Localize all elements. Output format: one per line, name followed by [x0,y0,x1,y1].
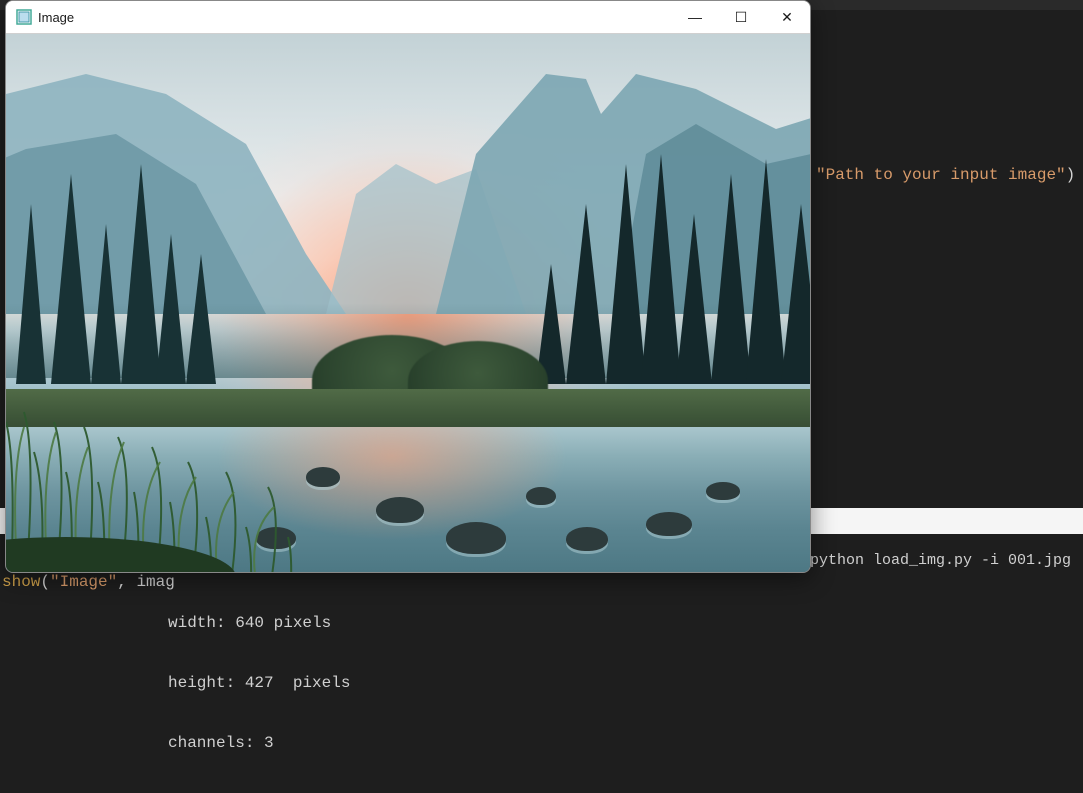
pines-right [526,144,810,384]
maximize-icon: ☐ [735,9,748,26]
call-arg1: "Image" [50,573,117,591]
app-icon [16,9,32,25]
minimize-icon: — [688,9,702,25]
stdout-block: width: 640 pixels height: 427 pixels cha… [168,573,350,793]
pines-left [6,144,236,384]
rock [376,497,424,523]
rock [566,527,608,551]
rock [646,512,692,536]
stdout-line-width: width: 640 pixels [168,613,350,633]
close-button[interactable]: ✕ [764,1,810,33]
close-icon: ✕ [781,9,793,26]
rock [526,487,556,505]
rock [706,482,740,500]
stdout-line-channels: channels: 3 [168,733,350,753]
window-controls: — ☐ ✕ [672,1,810,33]
image-viewer-window: Image — ☐ ✕ [5,0,811,573]
terminal-command-text: python load_img.py -i 001.jpg [810,552,1071,569]
landscape-painting [6,34,810,572]
terminal-command-right: python load_img.py -i 001.jpg [810,552,1071,569]
maximize-button[interactable]: ☐ [718,1,764,33]
window-title: Image [38,10,74,25]
code-close-paren: ) [1066,166,1076,184]
call-fn: show [2,573,40,591]
stdout-line-height: height: 427 pixels [168,673,350,693]
terminal-partial-call: show("Image", imag [2,573,175,591]
titlebar[interactable]: Image — ☐ ✕ [6,1,810,34]
code-string-literal: "Path to your input image" [816,166,1066,184]
image-canvas [6,34,810,572]
code-snippet-right: "Path to your input image") [816,166,1075,184]
call-open: ( [40,573,50,591]
call-sep: , [117,573,136,591]
minimize-button[interactable]: — [672,1,718,33]
foreground-grass [6,392,356,572]
rock [446,522,506,554]
